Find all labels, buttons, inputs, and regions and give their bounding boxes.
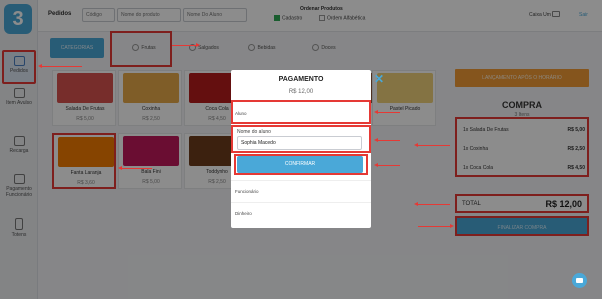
annotation-arrow bbox=[38, 64, 82, 68]
payment-option-label: Dinheiro bbox=[235, 211, 252, 216]
highlight-confirm bbox=[234, 154, 368, 175]
payment-option-dinheiro[interactable]: Dinheiro bbox=[231, 202, 371, 224]
annotation-arrow bbox=[374, 163, 400, 167]
annotation-arrow bbox=[118, 166, 152, 170]
annotation-arrow bbox=[418, 224, 454, 228]
highlight-aluno bbox=[231, 100, 371, 124]
annotation-arrow bbox=[172, 43, 200, 47]
highlight-student-field bbox=[231, 125, 371, 153]
payment-option-label: Funcionário bbox=[235, 189, 259, 194]
annotation-arrow bbox=[414, 143, 450, 147]
chat-icon[interactable] bbox=[572, 273, 587, 288]
annotation-arrow bbox=[414, 202, 450, 206]
modal-price: R$ 12,00 bbox=[288, 89, 314, 95]
annotation-arrow bbox=[374, 110, 400, 114]
payment-modal: PAGAMENTO R$ 12,00 Aluno Nome do aluno C… bbox=[231, 70, 371, 228]
modal-title: PAGAMENTO bbox=[278, 76, 324, 83]
annotation-arrow bbox=[374, 138, 400, 142]
close-modal-icon[interactable]: ✕ bbox=[374, 72, 384, 86]
payment-option-funcionario[interactable]: Funcionário bbox=[231, 180, 371, 202]
